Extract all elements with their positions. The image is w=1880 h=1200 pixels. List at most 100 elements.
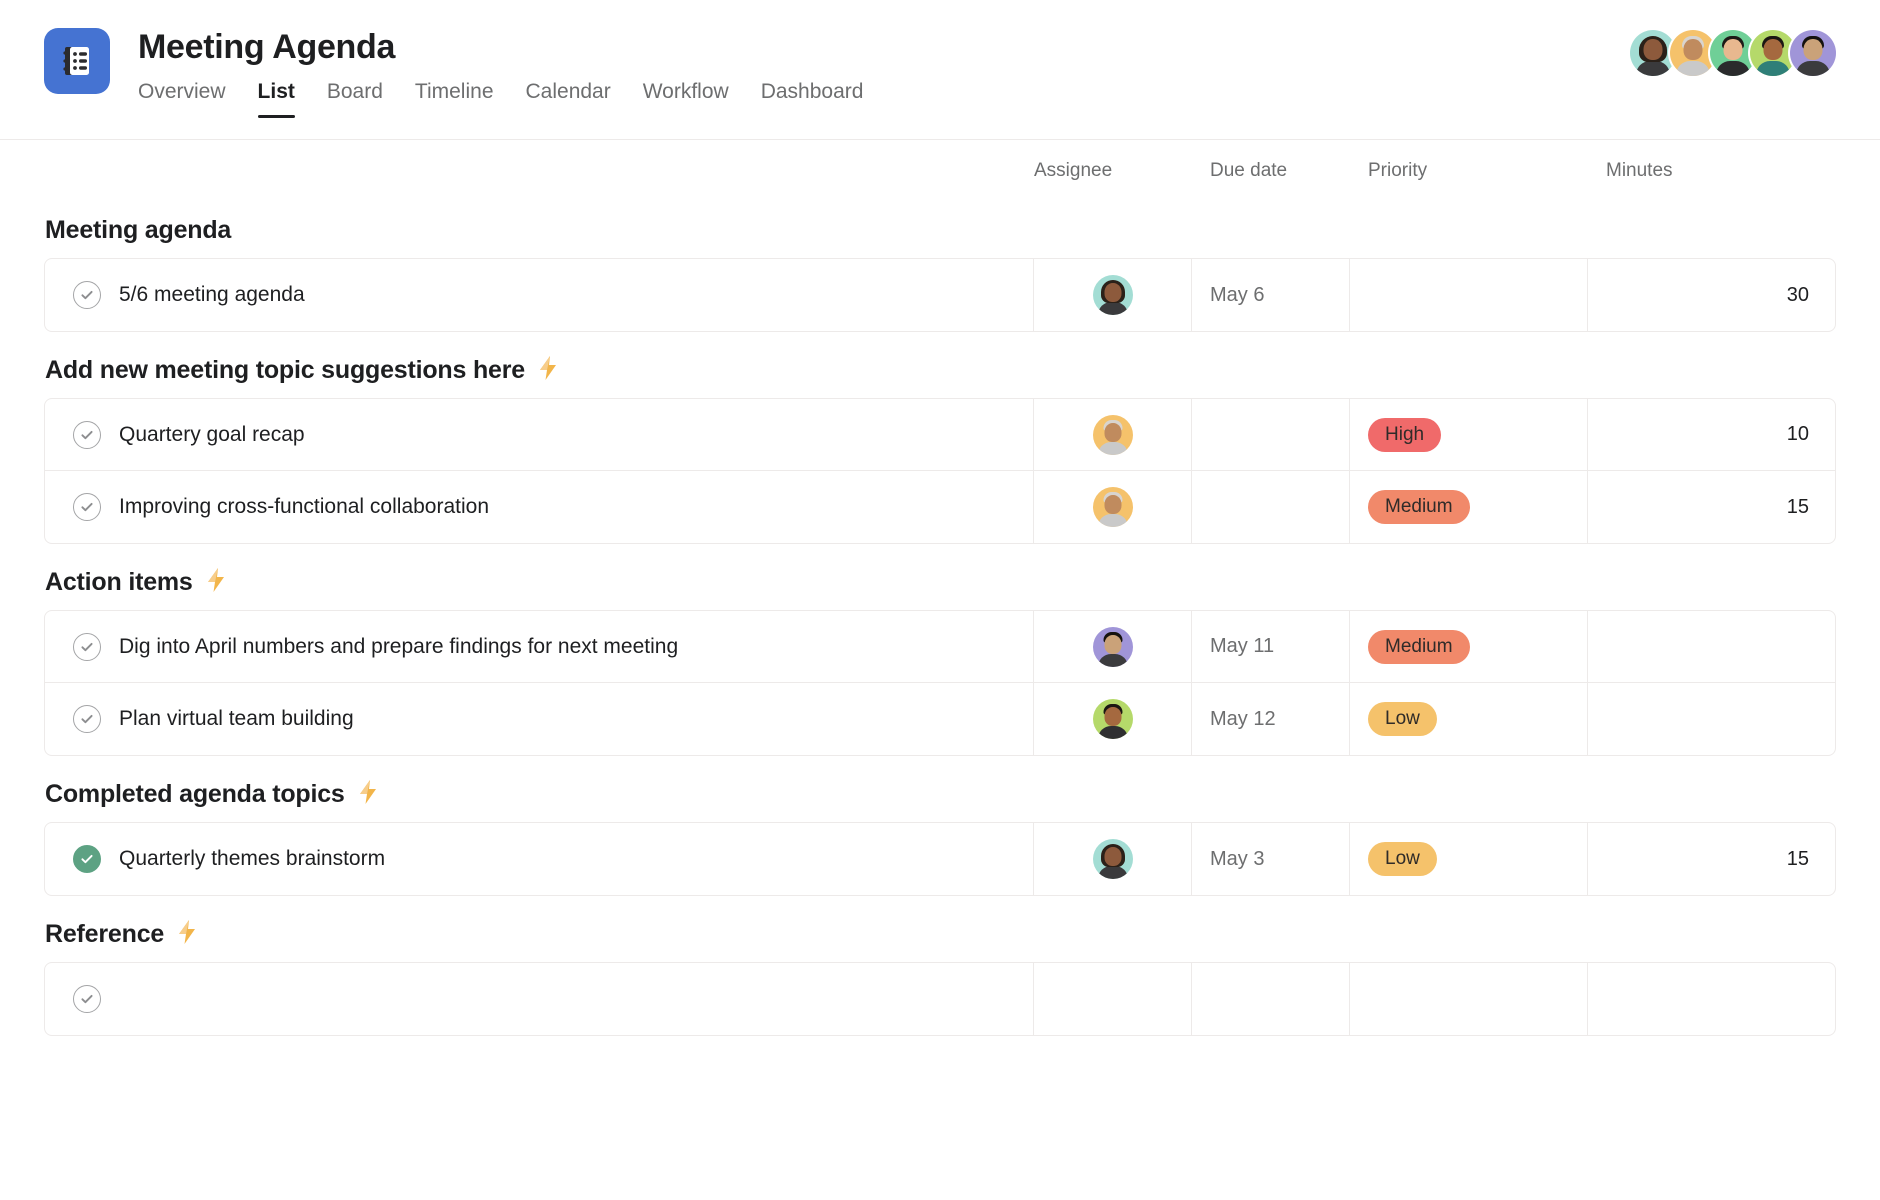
section-header[interactable]: Reference [44,906,1836,962]
section-title: Add new meeting topic suggestions here [45,355,525,384]
priority-badge: Medium [1368,629,1470,664]
table-row[interactable]: Plan virtual team building May 12 Low [45,683,1835,755]
minutes-cell[interactable] [1588,683,1835,755]
task-name: Quartery goal recap [119,422,305,446]
assignee-avatar[interactable] [1092,487,1133,527]
section-header[interactable]: Meeting agenda [44,202,1836,258]
assignee-cell[interactable] [1034,259,1192,331]
member-avatar-group[interactable] [1630,30,1836,76]
task-section: Meeting agenda 5/6 meeting agenda May 6 30 [44,202,1836,332]
due-date-cell[interactable] [1192,399,1350,470]
lightning-bolt-icon [537,355,559,385]
assignee-cell[interactable] [1034,823,1192,895]
task-section: Completed agenda topics Quarterly themes … [44,766,1836,896]
priority-cell[interactable]: Low [1350,683,1588,755]
table-row[interactable]: 5/6 meeting agenda May 6 30 [45,259,1835,331]
task-section: Reference [44,906,1836,1036]
minutes-cell[interactable]: 30 [1588,259,1835,331]
checkmark-completed-icon[interactable] [73,845,101,873]
section-title: Completed agenda topics [45,779,345,808]
table-row[interactable]: Improving cross-functional collaboration… [45,471,1835,543]
tab-list[interactable]: List [242,76,311,118]
task-table: Quartery goal recap High 10 Improving cross… [44,398,1836,544]
column-header-due-date[interactable]: Due date [1192,160,1350,182]
due-date-cell[interactable] [1192,471,1350,543]
view-tabs: Overview List Board Timeline Calendar Workflo… [138,76,879,118]
checkmark-circle-icon[interactable] [73,705,101,733]
assignee-avatar[interactable] [1092,839,1133,879]
task-table: Dig into April numbers and prepare findi… [44,610,1836,756]
tab-board[interactable]: Board [311,76,399,118]
task-section: Add new meeting topic suggestions here Qu… [44,342,1836,544]
task-table: 5/6 meeting agenda May 6 30 [44,258,1836,332]
priority-cell[interactable] [1350,259,1588,331]
task-name: Quarterly themes brainstorm [119,847,386,870]
priority-cell[interactable]: Medium [1350,611,1588,682]
checkmark-circle-icon[interactable] [73,985,101,1013]
lightning-bolt-icon [357,779,379,809]
assignee-cell[interactable] [1034,683,1192,755]
task-section: Action items Dig into April numbers and p… [44,554,1836,756]
minutes-value: 15 [1786,495,1809,518]
assignee-avatar[interactable] [1092,414,1133,455]
app-header: Meeting Agenda Overview List Board Timeline… [0,0,1880,140]
section-header[interactable]: Action items [44,554,1836,610]
priority-badge: Low [1368,842,1437,876]
tab-workflow[interactable]: Workflow [627,76,745,118]
minutes-cell[interactable]: 15 [1588,471,1835,543]
table-row[interactable]: Quartery goal recap High 10 [45,399,1835,471]
checkmark-circle-icon[interactable] [73,420,101,449]
task-cell: Plan virtual team building [45,683,1034,755]
tab-dashboard[interactable]: Dashboard [745,76,880,118]
column-header-assignee[interactable]: Assignee [1034,160,1192,182]
checkmark-circle-icon[interactable] [73,493,101,521]
due-date-value: May 6 [1210,283,1265,306]
due-cell[interactable] [1192,963,1350,1035]
priority-cell[interactable]: Low [1350,823,1588,895]
section-title: Reference [45,919,165,948]
table-row[interactable] [45,963,1835,1035]
task-name: 5/6 meeting agenda [119,283,305,306]
column-header-priority[interactable]: Priority [1350,160,1588,182]
member-avatar-5[interactable] [1790,30,1836,76]
due-date-cell[interactable]: May 3 [1192,823,1350,895]
assignee-cell[interactable] [1034,399,1192,470]
minutes-cell[interactable] [1588,611,1835,682]
checkmark-circle-icon[interactable] [73,281,101,309]
due-date-value: May 3 [1210,847,1265,870]
lightning-bolt-icon [205,567,227,597]
table-row[interactable]: Quarterly themes brainstorm May 3 Low 15 [45,823,1835,895]
task-name: Dig into April numbers and prepare findi… [119,634,679,658]
priority-cell[interactable] [1350,963,1588,1035]
assignee-avatar[interactable] [1092,699,1133,739]
tab-overview[interactable]: Overview [138,76,242,118]
minutes-value: 15 [1786,847,1809,870]
task-list-content: Assignee Due date Priority Minutes Meeti… [0,140,1880,1199]
task-table [44,962,1836,1036]
minutes-cell[interactable]: 10 [1588,399,1835,470]
due-date-cell[interactable]: May 12 [1192,683,1350,755]
column-header-minutes[interactable]: Minutes [1588,160,1836,182]
assignee-cell[interactable] [1034,611,1192,682]
task-table: Quarterly themes brainstorm May 3 Low 15 [44,822,1836,896]
tab-timeline[interactable]: Timeline [399,76,510,118]
section-title: Meeting agenda [45,215,232,244]
checkmark-circle-icon[interactable] [73,632,101,661]
table-row[interactable]: Dig into April numbers and prepare findi… [45,611,1835,683]
tab-calendar[interactable]: Calendar [510,76,627,118]
assignee-cell[interactable] [1034,963,1192,1035]
section-header[interactable]: Completed agenda topics [44,766,1836,822]
assignee-cell[interactable] [1034,471,1192,543]
section-header[interactable]: Add new meeting topic suggestions here [44,342,1836,398]
assignee-avatar[interactable] [1092,275,1133,315]
task-cell: Quarterly themes brainstorm [45,823,1034,895]
due-date-cell[interactable]: May 6 [1192,259,1350,331]
priority-cell[interactable]: Medium [1350,471,1588,543]
priority-cell[interactable]: High [1350,399,1588,470]
column-headers: Assignee Due date Priority Minutes [44,140,1836,202]
page-title: Meeting Agenda [138,28,396,66]
assignee-avatar[interactable] [1092,626,1133,667]
due-date-cell[interactable]: May 11 [1192,611,1350,682]
minutes-cell[interactable]: 15 [1588,823,1835,895]
minutes-cell[interactable] [1588,963,1835,1035]
